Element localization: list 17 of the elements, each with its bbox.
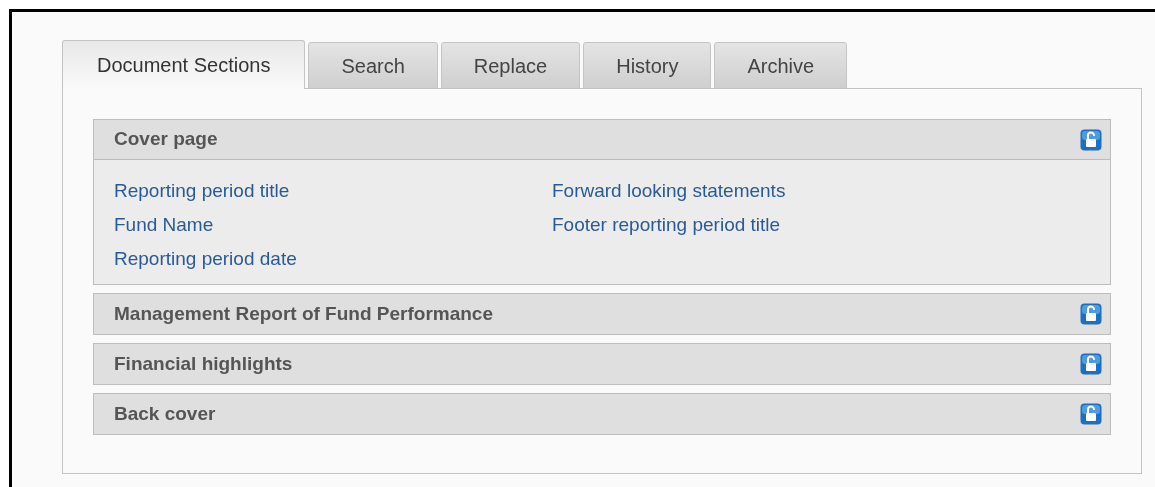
section-link[interactable]: Footer reporting period title [552, 212, 781, 238]
section-title[interactable]: Cover page [114, 125, 218, 154]
section-link[interactable]: Reporting period date [114, 246, 297, 272]
section-title[interactable]: Financial highlights [114, 349, 293, 379]
section-link[interactable]: Reporting period title [114, 178, 290, 204]
tab[interactable]: Document Sections [62, 40, 306, 89]
tab[interactable]: Replace [440, 42, 581, 89]
lock-icon[interactable] [1080, 403, 1102, 425]
section-link[interactable]: Fund Name [114, 212, 214, 238]
tab[interactable]: History [583, 42, 712, 89]
lock-icon[interactable] [1080, 128, 1102, 151]
section-title[interactable]: Back cover [114, 399, 216, 429]
tab[interactable]: Search [308, 42, 438, 89]
section-link[interactable]: Forward looking statements [552, 178, 786, 204]
tab[interactable]: Archive [714, 42, 848, 89]
lock-icon[interactable] [1080, 303, 1102, 325]
lock-icon[interactable] [1080, 353, 1102, 375]
